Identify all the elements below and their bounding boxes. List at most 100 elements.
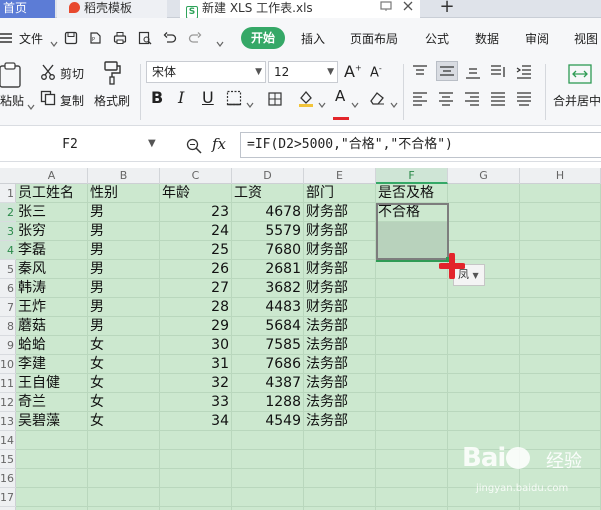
row-header[interactable]: 16: [0, 469, 16, 488]
format-painter-button[interactable]: 格式刷: [94, 92, 130, 109]
insert-function-button[interactable]: fx: [212, 135, 226, 153]
border-dropdown-icon[interactable]: [246, 94, 254, 113]
align-bottom-icon[interactable]: [465, 64, 481, 83]
justify-icon[interactable]: [490, 91, 506, 110]
table-cell[interactable]: 女: [88, 355, 160, 374]
distributed-icon[interactable]: [516, 91, 532, 110]
table-cell[interactable]: 王自健: [16, 374, 88, 393]
fill-color-icon[interactable]: [297, 89, 315, 111]
table-cell[interactable]: 部门: [304, 184, 376, 203]
table-cell[interactable]: 27: [160, 279, 232, 298]
column-header[interactable]: E: [304, 168, 376, 184]
table-cell[interactable]: 法务部: [304, 355, 376, 374]
table-cell[interactable]: 工资: [232, 184, 304, 203]
row-header[interactable]: 10: [0, 355, 16, 374]
table-cell[interactable]: 26: [160, 260, 232, 279]
table-cell[interactable]: 女: [88, 412, 160, 431]
table-cell[interactable]: 奇兰: [16, 393, 88, 412]
table-cell[interactable]: 4549: [232, 412, 304, 431]
row-header[interactable]: 3: [0, 222, 16, 241]
formula-input[interactable]: =IF(D2>5000,"合格","不合格"): [240, 132, 601, 158]
print-icon[interactable]: [113, 30, 127, 44]
font-name-select[interactable]: 宋体 ▼: [146, 61, 266, 83]
row-header[interactable]: 7: [0, 298, 16, 317]
table-cell[interactable]: 李建: [16, 355, 88, 374]
menu-file[interactable]: 文件: [19, 30, 43, 47]
copy-icon[interactable]: [40, 90, 56, 110]
menu-formulas[interactable]: 公式: [425, 30, 449, 47]
table-cell[interactable]: 29: [160, 317, 232, 336]
name-box-dropdown-icon[interactable]: ▼: [148, 138, 156, 149]
zoom-search-icon[interactable]: [186, 138, 202, 158]
column-header[interactable]: G: [448, 168, 520, 184]
redo-icon[interactable]: [188, 30, 202, 44]
table-cell[interactable]: 7686: [232, 355, 304, 374]
menu-data[interactable]: 数据: [475, 30, 499, 47]
table-cell[interactable]: 男: [88, 317, 160, 336]
table-cell[interactable]: 男: [88, 298, 160, 317]
new-tab-button[interactable]: +: [435, 0, 459, 18]
quick-access-dropdown-icon[interactable]: [216, 33, 230, 47]
table-cell[interactable]: 33: [160, 393, 232, 412]
text-direction-icon[interactable]: [490, 64, 506, 83]
row-header[interactable]: 1: [0, 184, 16, 203]
table-cell[interactable]: 蘑菇: [16, 317, 88, 336]
fill-color-dropdown-icon[interactable]: [318, 94, 326, 113]
print-preview-icon[interactable]: [138, 30, 152, 45]
row-header[interactable]: 11: [0, 374, 16, 393]
table-cell[interactable]: 4483: [232, 298, 304, 317]
column-header[interactable]: H: [520, 168, 601, 184]
font-shrink-button[interactable]: A-: [370, 64, 382, 80]
table-cell[interactable]: 财务部: [304, 279, 376, 298]
table-cell[interactable]: 28: [160, 298, 232, 317]
table-cell[interactable]: 23: [160, 203, 232, 222]
table-cell[interactable]: 李磊: [16, 241, 88, 260]
column-header[interactable]: F: [376, 168, 448, 184]
cut-button[interactable]: 剪切: [60, 65, 84, 82]
row-header[interactable]: 6: [0, 279, 16, 298]
paste-button[interactable]: 粘贴: [0, 92, 24, 109]
row-header[interactable]: 8: [0, 317, 16, 336]
table-cell[interactable]: 7680: [232, 241, 304, 260]
tab-current-sheet[interactable]: S 新建 XLS 工作表.xls: [180, 0, 420, 18]
row-header[interactable]: 12: [0, 393, 16, 412]
column-header[interactable]: C: [160, 168, 232, 184]
column-header[interactable]: D: [232, 168, 304, 184]
undo-icon[interactable]: [163, 30, 177, 44]
row-header[interactable]: 5: [0, 260, 16, 279]
table-cell[interactable]: 法务部: [304, 374, 376, 393]
table-cell[interactable]: 7585: [232, 336, 304, 355]
table-cell[interactable]: 财务部: [304, 260, 376, 279]
table-cell[interactable]: 财务部: [304, 241, 376, 260]
column-header[interactable]: A: [16, 168, 88, 184]
row-header[interactable]: 13: [0, 412, 16, 431]
name-box[interactable]: F2: [0, 133, 140, 157]
table-cell[interactable]: 财务部: [304, 298, 376, 317]
row-header[interactable]: 4: [0, 241, 16, 260]
hamburger-icon[interactable]: [0, 30, 14, 44]
table-cell[interactable]: 蛤蛤: [16, 336, 88, 355]
table-cell[interactable]: 1288: [232, 393, 304, 412]
format-painter-icon[interactable]: [103, 61, 123, 89]
align-center-icon[interactable]: [438, 91, 454, 110]
table-cell[interactable]: 财务部: [304, 222, 376, 241]
clear-dropdown-icon[interactable]: [390, 94, 398, 113]
table-cell[interactable]: 年龄: [160, 184, 232, 203]
border-icon[interactable]: [226, 90, 242, 110]
cut-icon[interactable]: [40, 64, 56, 84]
table-cell[interactable]: 法务部: [304, 336, 376, 355]
font-grow-button[interactable]: A+: [344, 62, 362, 81]
monitor-icon[interactable]: [380, 0, 392, 16]
table-cell[interactable]: 财务部: [304, 203, 376, 222]
table-cell[interactable]: 34: [160, 412, 232, 431]
menu-page-layout[interactable]: 页面布局: [350, 30, 398, 47]
table-cell[interactable]: 是否及格: [376, 184, 448, 203]
align-right-icon[interactable]: [464, 91, 480, 110]
font-color-button[interactable]: A: [335, 87, 345, 105]
align-middle-icon[interactable]: [436, 61, 458, 81]
table-cell[interactable]: 吴碧藻: [16, 412, 88, 431]
tab-home[interactable]: 首页: [0, 0, 55, 18]
close-tab-icon[interactable]: [402, 0, 414, 16]
row-header[interactable]: 17: [0, 488, 16, 507]
row-header[interactable]: 14: [0, 431, 16, 450]
